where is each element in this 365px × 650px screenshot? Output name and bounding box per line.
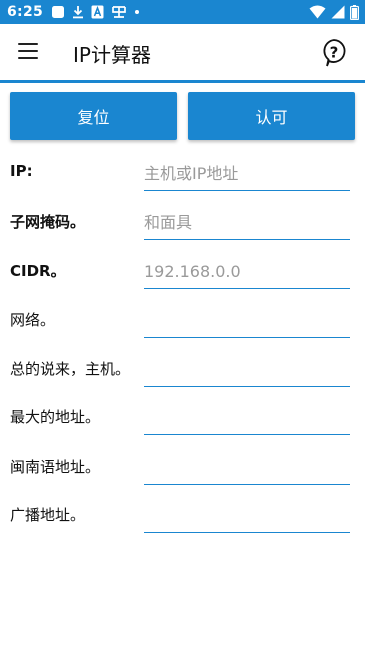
- wifi-icon: [309, 5, 326, 19]
- square-icon: [52, 6, 65, 18]
- ok-button[interactable]: 认可: [188, 92, 355, 140]
- subnet-mask-label: 子网掩码。: [10, 213, 86, 231]
- max-address-row: 最大的地址。: [0, 396, 365, 436]
- action-buttons: 复位 认可: [10, 92, 355, 140]
- help-icon[interactable]: ?: [320, 38, 348, 68]
- ip-input[interactable]: [144, 152, 350, 191]
- dot-icon: [135, 10, 140, 14]
- status-icons-left: [51, 5, 140, 19]
- download-icon: [73, 6, 84, 19]
- app-title: IP计算器: [73, 43, 151, 67]
- status-icons-right: [309, 0, 359, 24]
- signal-icon: [331, 5, 345, 19]
- min-address-label: 闽南语地址。: [10, 458, 101, 476]
- ip-row: IP:: [0, 152, 365, 192]
- total-hosts-label: 总的说来，主机。: [10, 360, 131, 378]
- app-bar: IP计算器 ?: [0, 24, 365, 83]
- min-address-input[interactable]: [144, 446, 350, 485]
- cidr-row: CIDR。: [0, 250, 365, 290]
- total-hosts-row: 总的说来，主机。: [0, 348, 365, 388]
- min-address-row: 闽南语地址。: [0, 446, 365, 486]
- broadcast-input[interactable]: [144, 494, 350, 533]
- status-time: 6:25: [7, 4, 44, 20]
- status-bar: 6:25: [0, 0, 365, 24]
- cidr-label: CIDR。: [10, 262, 66, 280]
- cidr-input[interactable]: [144, 250, 350, 289]
- network-input[interactable]: [144, 299, 350, 338]
- ip-label: IP:: [10, 162, 33, 180]
- subnet-mask-input[interactable]: [144, 201, 350, 240]
- total-hosts-input[interactable]: [144, 348, 350, 387]
- font-icon: [91, 5, 104, 19]
- network-row: 网络。: [0, 299, 365, 339]
- max-address-label: 最大的地址。: [10, 408, 101, 426]
- reset-button[interactable]: 复位: [10, 92, 177, 140]
- broadcast-row: 广播地址。: [0, 494, 365, 534]
- battery-icon: [350, 4, 359, 20]
- broadcast-label: 广播地址。: [10, 506, 86, 524]
- svg-text:?: ?: [330, 44, 339, 62]
- network-label: 网络。: [10, 311, 56, 329]
- menu-icon[interactable]: [18, 43, 38, 61]
- bug-icon: [112, 6, 126, 18]
- max-address-input[interactable]: [144, 396, 350, 435]
- subnet-mask-row: 子网掩码。: [0, 201, 365, 241]
